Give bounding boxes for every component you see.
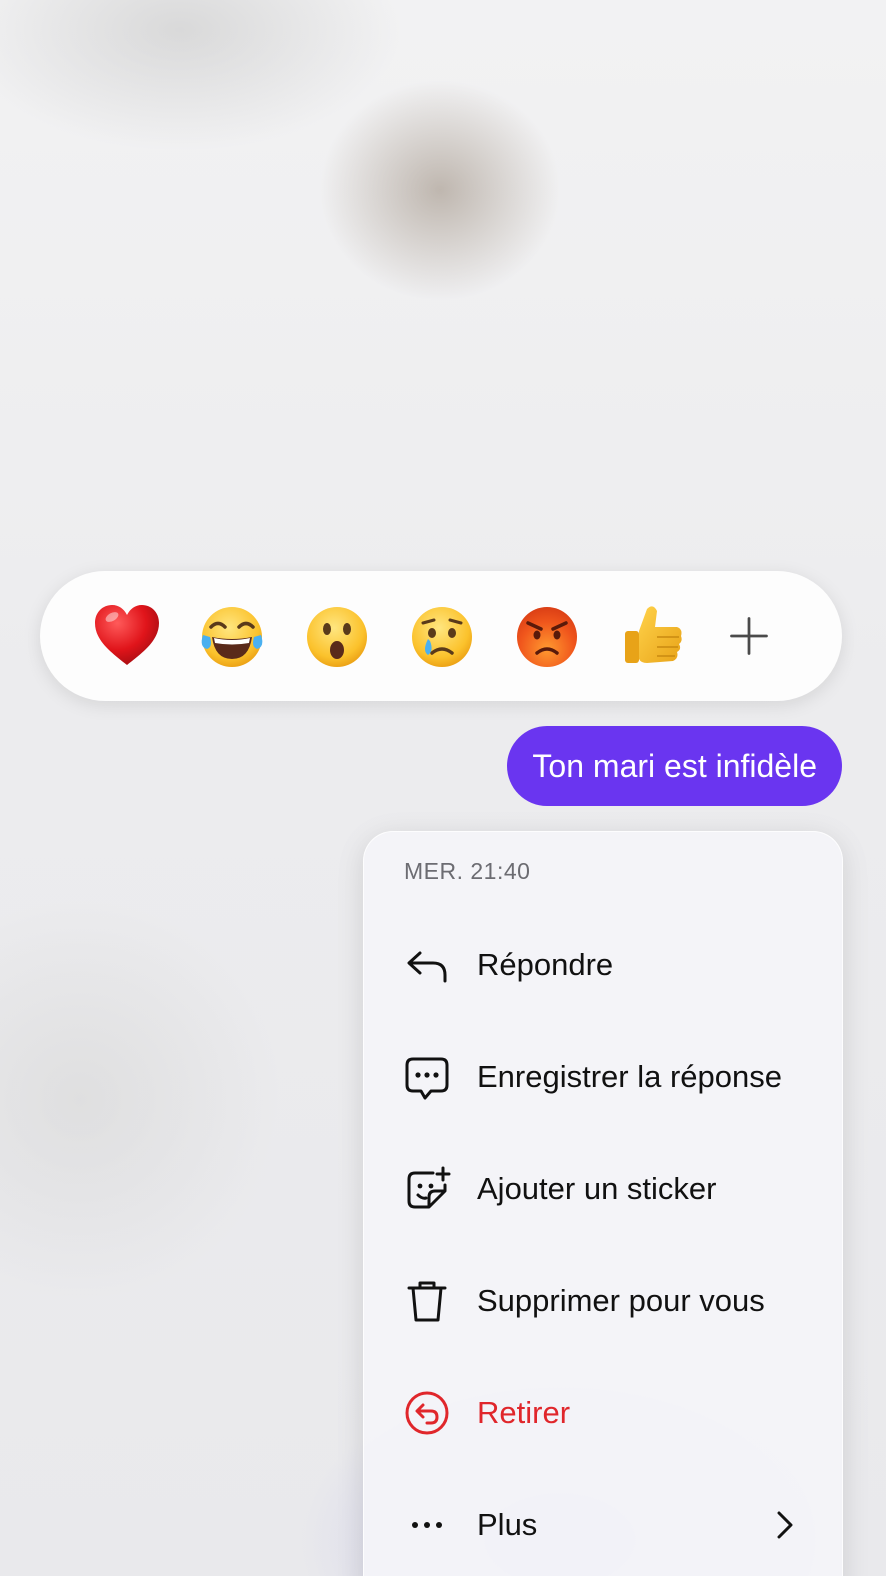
menu-item-save-reply[interactable]: Enregistrer la réponse [364,1032,842,1122]
menu-item-delete-for-you[interactable]: Supprimer pour vous [364,1256,842,1346]
menu-item-label: Retirer [477,1395,571,1430]
tears-of-joy-emoji[interactable] [197,601,267,671]
message-bubble[interactable]: Ton mari est infidèle [507,726,842,806]
angry-face-emoji[interactable] [512,601,582,671]
open-mouth-emoji[interactable] [302,601,372,671]
menu-item-label: Enregistrer la réponse [477,1059,782,1094]
chat-bubble-dots-icon [402,1052,452,1102]
menu-item-reply[interactable]: Répondre [364,920,842,1010]
crying-face-emoji[interactable] [407,601,477,671]
message-text: Ton mari est infidèle [532,747,817,784]
plus-icon[interactable] [724,611,774,661]
message-timestamp: MER. 21:40 [404,858,531,884]
thumbs-up-emoji[interactable] [617,601,687,671]
menu-item-unsend[interactable]: Retirer [364,1368,842,1458]
chevron-right-icon [777,1511,793,1539]
menu-item-add-sticker[interactable]: Ajouter un sticker [364,1144,842,1234]
menu-item-label: Supprimer pour vous [477,1283,765,1318]
unsend-icon [402,1388,452,1438]
message-context-menu: MER. 21:40 Répondre Enregistrer la répon… [363,831,843,1576]
menu-item-more[interactable]: Plus [364,1480,842,1570]
trash-icon [402,1276,452,1326]
reply-arrow-icon [402,940,452,990]
reaction-bar [40,571,842,701]
red-heart-emoji[interactable] [92,601,162,671]
menu-item-label: Plus [477,1507,538,1542]
sticker-add-icon [402,1164,452,1214]
menu-item-label: Répondre [477,947,614,982]
menu-item-label: Ajouter un sticker [477,1171,717,1206]
more-dots-icon [402,1500,452,1550]
